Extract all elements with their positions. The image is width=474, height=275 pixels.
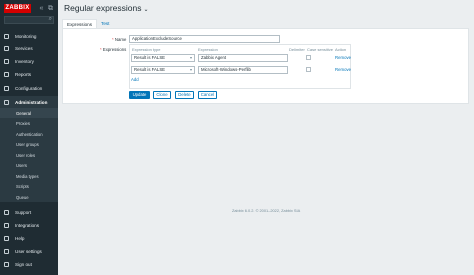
submenu-label: User groups bbox=[16, 141, 39, 147]
tab-bar: Expressions Test bbox=[62, 19, 113, 28]
integrations-icon bbox=[4, 222, 9, 228]
name-input[interactable]: ApplicationExcludeSource bbox=[129, 35, 280, 43]
cancel-button[interactable]: Cancel bbox=[198, 91, 217, 99]
nav-label: Inventory bbox=[15, 58, 34, 64]
nav-label: Help bbox=[15, 235, 25, 241]
expression-type-select[interactable]: Result is FALSE ▾ bbox=[131, 54, 195, 62]
footer-copyright: Zabbix 6.0.2. © 2001–2022, Zabbix SIA bbox=[232, 208, 301, 213]
delete-button[interactable]: Delete bbox=[175, 91, 194, 99]
clone-button[interactable]: Clone bbox=[153, 91, 171, 99]
monitoring-icon bbox=[4, 33, 9, 39]
nav-label: User settings bbox=[15, 248, 42, 254]
submenu-label: Proxies bbox=[16, 120, 30, 126]
expression-type-select[interactable]: Result is FALSE ▾ bbox=[131, 66, 195, 74]
tab-expressions[interactable]: Expressions bbox=[62, 19, 98, 28]
submenu-label: User roles bbox=[16, 152, 36, 158]
submenu-user-groups[interactable]: User groups bbox=[0, 139, 58, 149]
reports-icon bbox=[4, 71, 9, 77]
collapse-sidebar-icon[interactable]: « bbox=[37, 4, 46, 13]
page-title[interactable]: Regular expressions ⌄ bbox=[64, 3, 149, 13]
add-expression-link[interactable]: Add bbox=[131, 77, 139, 82]
submenu-authentication[interactable]: Authentication bbox=[0, 129, 58, 139]
administration-submenu: General Proxies Authentication User grou… bbox=[0, 108, 58, 202]
update-button[interactable]: Update bbox=[129, 91, 150, 99]
nav-reports[interactable]: Reports bbox=[0, 68, 58, 80]
name-label-text: Name bbox=[114, 37, 127, 42]
column-action: Action bbox=[335, 47, 347, 52]
nav-label: Monitoring bbox=[15, 33, 37, 39]
submenu-scripts[interactable]: Scripts bbox=[0, 181, 58, 191]
case-sensitive-checkbox[interactable] bbox=[306, 67, 311, 72]
required-marker: * bbox=[100, 47, 102, 52]
nav-label: Administration bbox=[15, 99, 48, 105]
expression-type-value: Result is FALSE bbox=[134, 55, 166, 60]
remove-link[interactable]: Remove bbox=[335, 55, 351, 60]
required-marker: * bbox=[112, 37, 114, 42]
support-icon bbox=[4, 209, 9, 215]
expressions-label: * Expressions bbox=[100, 47, 126, 52]
inventory-icon bbox=[4, 58, 9, 64]
nav-support[interactable]: Support bbox=[0, 206, 58, 218]
submenu-label: General bbox=[16, 110, 31, 116]
nav-administration[interactable]: Administration bbox=[0, 96, 58, 108]
page-title-text: Regular expressions bbox=[64, 3, 142, 13]
chevron-down-icon: ▾ bbox=[189, 67, 192, 72]
zabbix-logo[interactable]: ZABBIX bbox=[4, 4, 31, 13]
tab-test[interactable]: Test bbox=[97, 19, 113, 28]
nav-help[interactable]: Help bbox=[0, 232, 58, 244]
search-icon[interactable]: ⌕ bbox=[49, 16, 52, 23]
expressions-label-text: Expressions bbox=[102, 47, 127, 52]
submenu-label: Authentication bbox=[16, 131, 43, 137]
nav-monitoring[interactable]: Monitoring bbox=[0, 30, 58, 42]
submenu-label: Media types bbox=[16, 173, 39, 179]
submenu-user-roles[interactable]: User roles bbox=[0, 150, 58, 160]
services-icon bbox=[4, 45, 9, 51]
configuration-icon bbox=[4, 85, 9, 91]
nav-services[interactable]: Services bbox=[0, 42, 58, 54]
column-expression-type: Expression type bbox=[132, 47, 161, 52]
user-settings-icon bbox=[4, 248, 9, 254]
sidebar-search-input[interactable]: ⌕ bbox=[4, 16, 54, 24]
help-icon bbox=[4, 235, 9, 241]
sidebar: ZABBIX « ⧉ ⌕ Monitoring Services Invento… bbox=[0, 0, 58, 275]
expression-input[interactable]: Microsoft-Windows-Perflib bbox=[198, 66, 288, 74]
submenu-proxies[interactable]: Proxies bbox=[0, 118, 58, 128]
nav-label: Integrations bbox=[15, 222, 40, 228]
nav-label: Configuration bbox=[15, 85, 43, 91]
chevron-down-icon: ▾ bbox=[189, 55, 192, 60]
nav-label: Services bbox=[15, 45, 33, 51]
administration-icon bbox=[4, 99, 9, 105]
name-label: * Name bbox=[112, 37, 126, 42]
nav-sign-out[interactable]: Sign out bbox=[0, 258, 58, 270]
nav-label: Support bbox=[15, 209, 32, 215]
submenu-label: Queue bbox=[16, 194, 29, 200]
nav-configuration[interactable]: Configuration bbox=[0, 82, 58, 94]
submenu-label: Scripts bbox=[16, 183, 29, 189]
nav-label: Sign out bbox=[15, 261, 32, 267]
column-delimiter: Delimiter bbox=[289, 47, 305, 52]
case-sensitive-checkbox[interactable] bbox=[306, 55, 311, 60]
submenu-label: Users bbox=[16, 162, 27, 168]
column-case-sensitive: Case sensitive bbox=[307, 47, 334, 52]
sign-out-icon bbox=[4, 261, 9, 267]
nav-integrations[interactable]: Integrations bbox=[0, 219, 58, 231]
expression-type-value: Result is FALSE bbox=[134, 67, 166, 72]
submenu-users[interactable]: Users bbox=[0, 160, 58, 170]
submenu-media-types[interactable]: Media types bbox=[0, 171, 58, 181]
popout-icon[interactable]: ⧉ bbox=[46, 4, 55, 13]
submenu-queue[interactable]: Queue bbox=[0, 192, 58, 202]
remove-link[interactable]: Remove bbox=[335, 67, 351, 72]
nav-user-settings[interactable]: User settings bbox=[0, 245, 58, 257]
submenu-general[interactable]: General bbox=[0, 108, 58, 118]
nav-label: Reports bbox=[15, 71, 32, 77]
nav-inventory[interactable]: Inventory bbox=[0, 55, 58, 67]
column-expression: Expression bbox=[198, 47, 218, 52]
expression-input[interactable]: Zabbix Agent bbox=[198, 54, 288, 62]
chevron-down-icon[interactable]: ⌄ bbox=[143, 7, 148, 13]
